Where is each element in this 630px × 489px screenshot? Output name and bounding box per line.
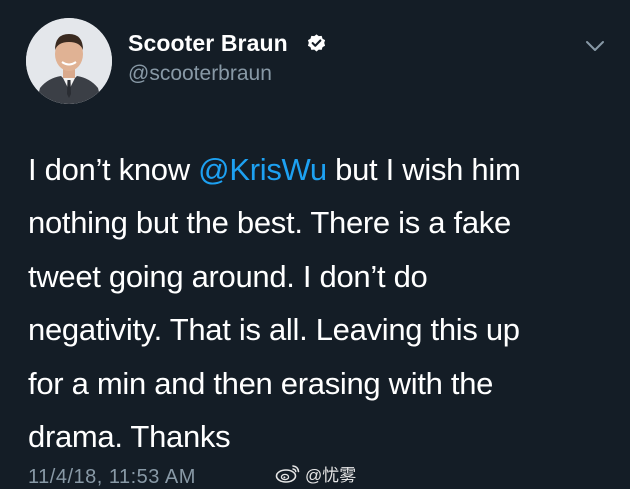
avatar[interactable] — [26, 18, 112, 104]
tweet-line: I don’t know @KrisWu but I wish him — [28, 143, 608, 196]
tweet-line: nothing but the best. There is a fake — [28, 205, 511, 241]
avatar-photo-icon — [26, 18, 112, 104]
tweet-line: drama. Thanks — [28, 419, 231, 455]
tweet-line: for a min and then erasing with the — [28, 365, 494, 401]
watermark-text: @忧雾 — [305, 465, 357, 485]
watermark: @忧雾 — [275, 462, 357, 485]
tweet-timestamp[interactable]: 11/4/18, 11:53 AM — [28, 466, 196, 489]
display-name[interactable]: Scooter Braun — [128, 30, 288, 57]
tweet-line: negativity. That is all. Leaving this up — [28, 312, 520, 348]
tweet-line: tweet going around. I don’t do — [28, 258, 428, 294]
tweet-text: I don’t know @KrisWu but I wish him noth… — [28, 143, 608, 463]
tweet-card: Scooter Braun @scooterbraun I don’t know… — [0, 0, 630, 489]
user-handle[interactable]: @scooterbraun — [128, 62, 272, 86]
chevron-down-icon[interactable] — [584, 38, 606, 54]
tweet-text-segment: but I wish him — [326, 152, 521, 187]
tweet-text-segment: I don’t know — [28, 152, 199, 187]
weibo-icon — [275, 465, 300, 483]
mention-link[interactable]: @KrisWu — [198, 152, 327, 187]
verified-badge-icon — [307, 34, 326, 52]
